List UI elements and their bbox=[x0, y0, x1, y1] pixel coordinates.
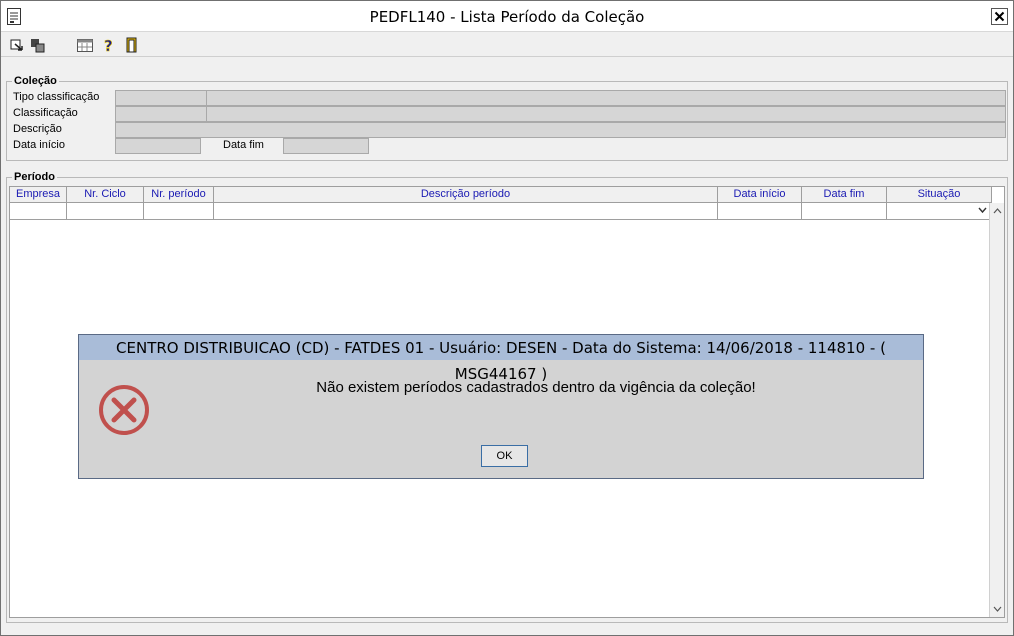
svg-text:?: ? bbox=[104, 37, 113, 54]
chevron-down-icon bbox=[978, 207, 987, 214]
data-inicio-label: Data início bbox=[13, 139, 65, 151]
main-window: PEDFL140 - Lista Período da Coleção ? Co… bbox=[0, 0, 1014, 636]
export-icon[interactable] bbox=[8, 36, 26, 54]
column-header-empresa[interactable]: Empresa bbox=[10, 187, 67, 202]
column-header-nr-ciclo[interactable]: Nr. Ciclo bbox=[67, 187, 144, 202]
situacao-select[interactable] bbox=[887, 203, 992, 219]
data-inicio-field[interactable] bbox=[115, 138, 201, 154]
column-header-situacao[interactable]: Situação bbox=[887, 187, 992, 202]
descricao-label: Descrição bbox=[13, 123, 62, 135]
title-bar: PEDFL140 - Lista Período da Coleção bbox=[1, 1, 1013, 32]
tipo-classificacao-desc-field[interactable] bbox=[206, 90, 1006, 106]
tipo-classificacao-code-field[interactable] bbox=[115, 90, 207, 106]
data-fim-label: Data fim bbox=[223, 139, 264, 151]
tipo-classificacao-label: Tipo classificação bbox=[13, 91, 100, 103]
cell-data-inicio[interactable] bbox=[718, 203, 802, 219]
grid-header: Empresa Nr. Ciclo Nr. período Descrição … bbox=[10, 187, 992, 203]
descricao-field[interactable] bbox=[115, 122, 1006, 138]
column-header-nr-periodo[interactable]: Nr. período bbox=[144, 187, 214, 202]
toolbar: ? bbox=[1, 33, 1013, 57]
error-dialog: CENTRO DISTRIBUICAO (CD) - FATDES 01 - U… bbox=[78, 334, 924, 479]
colecao-group: Coleção Tipo classificação Classificação… bbox=[6, 75, 1008, 161]
cell-descricao-periodo[interactable] bbox=[214, 203, 718, 219]
calendar-grid-icon[interactable] bbox=[76, 36, 94, 54]
classificacao-label: Classificação bbox=[13, 107, 78, 119]
vertical-scrollbar[interactable] bbox=[989, 203, 1004, 617]
exit-door-icon[interactable] bbox=[123, 36, 141, 54]
column-header-descricao-periodo[interactable]: Descrição período bbox=[214, 187, 718, 202]
dialog-message: Não existem períodos cadastrados dentro … bbox=[316, 379, 756, 396]
column-header-data-fim[interactable]: Data fim bbox=[802, 187, 887, 202]
scroll-up-icon[interactable] bbox=[993, 207, 1002, 214]
data-fim-field[interactable] bbox=[283, 138, 369, 154]
ok-button[interactable]: OK bbox=[481, 445, 528, 467]
classificacao-code-field[interactable] bbox=[115, 106, 207, 122]
dialog-title: CENTRO DISTRIBUICAO (CD) - FATDES 01 - U… bbox=[79, 335, 923, 383]
close-button[interactable] bbox=[991, 8, 1008, 25]
cell-nr-ciclo[interactable] bbox=[67, 203, 144, 219]
periodo-legend: Período bbox=[12, 171, 57, 183]
window-title: PEDFL140 - Lista Período da Coleção bbox=[369, 8, 645, 26]
table-row[interactable] bbox=[10, 203, 992, 220]
cell-empresa[interactable] bbox=[10, 203, 67, 219]
colecao-legend: Coleção bbox=[12, 75, 59, 87]
help-icon[interactable]: ? bbox=[100, 36, 118, 54]
classificacao-desc-field[interactable] bbox=[206, 106, 1006, 122]
scroll-down-icon[interactable] bbox=[993, 606, 1002, 613]
copy-icon[interactable] bbox=[29, 36, 47, 54]
cell-data-fim[interactable] bbox=[802, 203, 887, 219]
column-header-data-inicio[interactable]: Data início bbox=[718, 187, 802, 202]
close-icon bbox=[994, 11, 1005, 22]
cell-nr-periodo[interactable] bbox=[144, 203, 214, 219]
